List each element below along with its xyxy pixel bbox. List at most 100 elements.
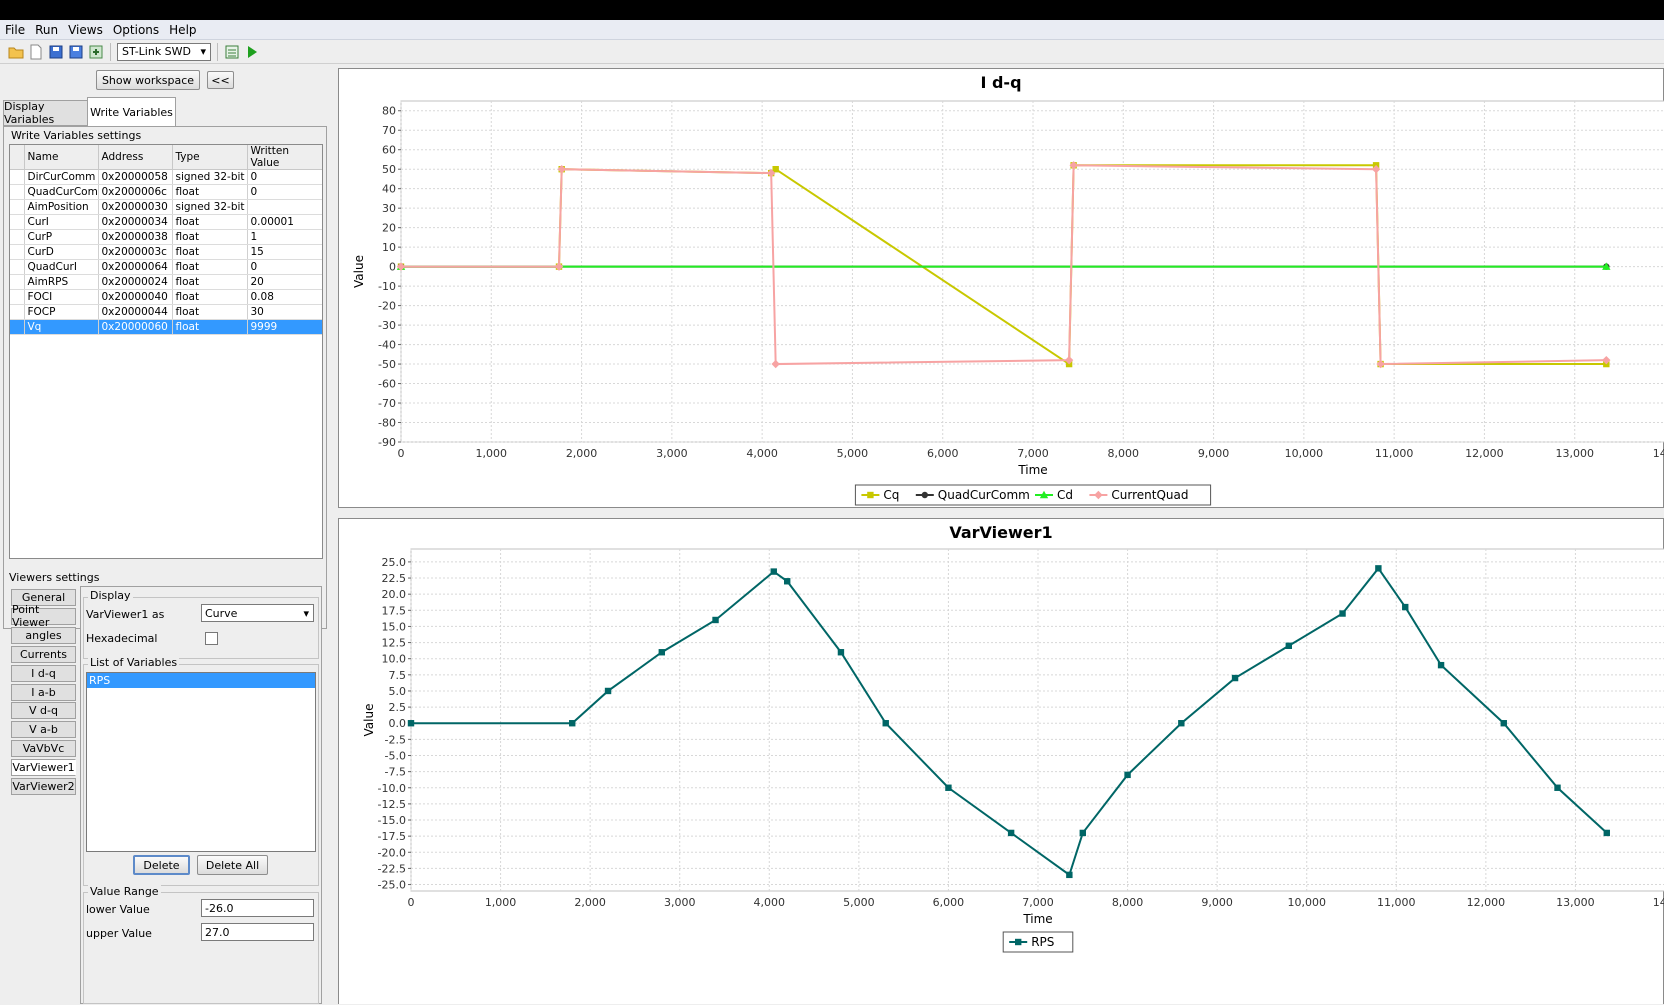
cell-name[interactable]: CurD xyxy=(24,244,99,260)
cell-address[interactable]: 0x20000060 xyxy=(98,319,173,335)
show-workspace-button[interactable]: Show workspace xyxy=(96,70,200,90)
menu-help[interactable]: Help xyxy=(164,23,201,37)
chart-idq[interactable]: 0 1,000 2,000 3,000 4,000 5,000 6,000 7,000 8,00… xyxy=(339,69,1664,507)
tab-write-variables[interactable]: Write Variables xyxy=(87,97,176,127)
cell-type[interactable]: signed 32-bit xyxy=(172,199,248,215)
viewer-tab-i-d-q[interactable]: I d-q xyxy=(11,664,76,682)
cell-address[interactable]: 0x20000064 xyxy=(98,259,173,275)
cell-written-value[interactable]: 0.08 xyxy=(247,289,322,305)
viewer-tab-point-viewer[interactable]: Point Viewer xyxy=(11,603,76,629)
cell-written-value[interactable]: 15 xyxy=(247,244,322,260)
save-icon[interactable] xyxy=(68,44,84,60)
cell-address[interactable]: 0x20000034 xyxy=(98,214,173,230)
table-row[interactable]: FOCP 0x20000044 float 30 xyxy=(10,304,322,320)
cell-name[interactable]: AimRPS xyxy=(24,274,99,290)
y-tick-label: -90 xyxy=(378,436,396,449)
write-settings-title: Write Variables settings xyxy=(11,129,142,142)
list-item[interactable]: RPS xyxy=(87,673,315,688)
cell-address[interactable]: 0x20000058 xyxy=(98,169,173,185)
cell-type[interactable]: float xyxy=(172,274,248,290)
cell-written-value[interactable]: 20 xyxy=(247,274,322,290)
settings-table-icon[interactable] xyxy=(224,44,240,60)
cell-written-value[interactable]: 1 xyxy=(247,229,322,245)
run-icon[interactable] xyxy=(244,44,260,60)
viewer-tab-v-d-q[interactable]: V d-q xyxy=(11,702,76,720)
cell-name[interactable]: FOCP xyxy=(24,304,99,320)
display-as-select[interactable]: Curve ▾ xyxy=(201,604,314,622)
column-header-type[interactable]: Type xyxy=(172,145,248,170)
cell-type[interactable]: float xyxy=(172,244,248,260)
viewer-tab-currents[interactable]: Currents xyxy=(11,645,76,663)
cell-written-value[interactable]: 9999 xyxy=(247,319,322,335)
column-header-written-value[interactable]: Written Value xyxy=(247,145,322,170)
cell-address[interactable]: 0x20000030 xyxy=(98,199,173,215)
cell-name[interactable]: CurI xyxy=(24,214,99,230)
cell-address[interactable]: 0x20000038 xyxy=(98,229,173,245)
cell-type[interactable]: float xyxy=(172,304,248,320)
cell-address[interactable]: 0x2000006c xyxy=(98,184,173,200)
viewer-tab-angles[interactable]: angles xyxy=(11,626,76,644)
cell-type[interactable]: float xyxy=(172,229,248,245)
column-header-name[interactable]: Name xyxy=(24,145,99,170)
table-row[interactable]: CurP 0x20000038 float 1 xyxy=(10,229,322,245)
cell-written-value[interactable] xyxy=(247,199,322,215)
cell-name[interactable]: CurP xyxy=(24,229,99,245)
cell-address[interactable]: 0x20000040 xyxy=(98,289,173,305)
table-row[interactable]: AimPosition 0x20000030 signed 32-bit xyxy=(10,199,322,215)
chart-varviewer1[interactable]: 0 1,000 2,000 3,000 4,000 5,000 6,000 7,000 8,00… xyxy=(339,519,1664,1005)
lower-value-input[interactable]: -26.0 xyxy=(201,899,314,917)
delete-button[interactable]: Delete xyxy=(133,855,190,875)
viewer-tab-varviewer1[interactable]: VarViewer1 xyxy=(11,759,76,777)
table-row[interactable]: FOCI 0x20000040 float 0.08 xyxy=(10,289,322,305)
cell-name[interactable]: QuadCurI xyxy=(24,259,99,275)
cell-type[interactable]: float xyxy=(172,319,248,335)
new-file-icon[interactable] xyxy=(28,44,44,60)
cell-name[interactable]: FOCI xyxy=(24,289,99,305)
cell-type[interactable]: float xyxy=(172,214,248,230)
table-row[interactable]: AimRPS 0x20000024 float 20 xyxy=(10,274,322,290)
menu-file[interactable]: File xyxy=(0,23,30,37)
viewer-tab-varviewer2[interactable]: VarViewer2 xyxy=(11,778,76,795)
cell-written-value[interactable]: 0 xyxy=(247,184,322,200)
cell-name[interactable]: QuadCurComm xyxy=(24,184,99,200)
table-row[interactable]: DirCurComm 0x20000058 signed 32-bit 0 xyxy=(10,169,322,185)
row-header xyxy=(10,244,25,260)
table-row[interactable]: CurD 0x2000003c float 15 xyxy=(10,244,322,260)
table-row[interactable]: CurI 0x20000034 float 0.00001 xyxy=(10,214,322,230)
menu-options[interactable]: Options xyxy=(108,23,164,37)
y-tick-label: 2.5 xyxy=(389,701,407,714)
delete-all-button[interactable]: Delete All xyxy=(197,855,268,875)
collapse-button[interactable]: << xyxy=(207,71,234,89)
cell-written-value[interactable]: 0 xyxy=(247,259,322,275)
cell-name[interactable]: DirCurComm xyxy=(24,169,99,185)
cell-address[interactable]: 0x20000024 xyxy=(98,274,173,290)
column-header-address[interactable]: Address xyxy=(98,145,173,170)
viewer-tab-vavbvc[interactable]: VaVbVc xyxy=(11,740,76,758)
upper-value-input[interactable]: 27.0 xyxy=(201,923,314,941)
tab-display-variables[interactable]: Display Variables xyxy=(3,100,88,126)
table-row[interactable]: QuadCurI 0x20000064 float 0 xyxy=(10,259,322,275)
cell-name[interactable]: Vq xyxy=(24,319,99,335)
cell-name[interactable]: AimPosition xyxy=(24,199,99,215)
save-all-icon[interactable] xyxy=(48,44,64,60)
cell-written-value[interactable]: 0.00001 xyxy=(247,214,322,230)
cell-type[interactable]: float xyxy=(172,289,248,305)
hexadecimal-checkbox[interactable] xyxy=(205,632,218,645)
menu-run[interactable]: Run xyxy=(30,23,63,37)
viewer-tab-i-a-b[interactable]: I a-b xyxy=(11,683,76,701)
export-icon[interactable] xyxy=(88,44,104,60)
viewer-tab-v-a-b[interactable]: V a-b xyxy=(11,721,76,739)
cell-type[interactable]: float xyxy=(172,184,248,200)
cell-address[interactable]: 0x2000003c xyxy=(98,244,173,260)
cell-written-value[interactable]: 0 xyxy=(247,169,322,185)
table-row[interactable]: QuadCurComm0x2000006cfloat0 xyxy=(10,184,322,200)
open-folder-icon[interactable] xyxy=(8,44,24,60)
data-point xyxy=(407,720,415,727)
cell-address[interactable]: 0x20000044 xyxy=(98,304,173,320)
menu-views[interactable]: Views xyxy=(63,23,108,37)
cell-type[interactable]: float xyxy=(172,259,248,275)
probe-select[interactable]: ST-Link SWD ▾ xyxy=(117,42,211,61)
table-row[interactable]: Vq 0x20000060 float 9999 xyxy=(10,319,322,335)
cell-type[interactable]: signed 32-bit xyxy=(172,169,248,185)
cell-written-value[interactable]: 30 xyxy=(247,304,322,320)
